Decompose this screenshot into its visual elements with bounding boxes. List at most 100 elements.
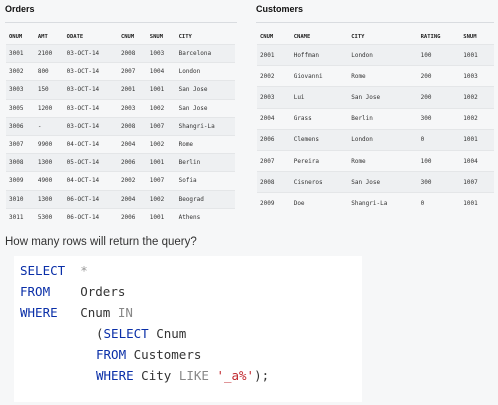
table-cell: 1004 [146, 62, 176, 81]
table-cell: 1001 [146, 207, 176, 226]
sql-code-block: SELECT * FROM Orders WHERE Cnum IN (SELE… [14, 256, 362, 402]
table-customers: Customers [133, 347, 202, 362]
table-cell: 3011 [6, 207, 35, 226]
table-cell: 2100 [34, 43, 64, 63]
table-cell: Clemens [290, 128, 349, 151]
table-cell: 1003 [146, 43, 176, 63]
table-cell: 0 [417, 128, 461, 151]
table-cell: 1002 [460, 107, 494, 130]
table-row: 3003 150 03-OCT-14 2001 1001 San Jose [6, 80, 235, 100]
table-cell: 800 [34, 62, 64, 81]
table-cell: 03-OCT-14 [63, 98, 118, 118]
column-header: AMT [34, 30, 64, 45]
orders-header-row: ONUM AMT ODATE CNUM SNUM CITY [6, 30, 235, 45]
column-cnum: Cnum [80, 305, 111, 320]
table-cell: 1001 [460, 43, 494, 66]
column-header: SNUM [146, 30, 176, 45]
table-cell: 3009 [6, 171, 35, 190]
table-cell: 2006 [257, 128, 291, 151]
table-cell: 3006 [6, 116, 35, 136]
table-cell: 2008 [117, 43, 147, 63]
table-cell: Doe [290, 192, 349, 214]
table-cell: Pereira [290, 149, 349, 172]
table-cell: 300 [417, 171, 461, 193]
table-cell: 5300 [34, 207, 64, 226]
table-cell: 300 [417, 107, 461, 130]
like-pattern: '_a%' [216, 368, 255, 383]
table-cell: 1002 [146, 134, 176, 154]
table-cell: 06-OCT-14 [63, 207, 118, 226]
table-cell: Rome [348, 65, 418, 87]
table-cell: Shangri-La [348, 192, 418, 214]
table-cell: 1002 [146, 189, 176, 209]
table-cell: 200 [417, 65, 461, 87]
table-cell: Beograd [175, 189, 235, 209]
table-cell: San Jose [348, 171, 418, 193]
table-cell: 1002 [146, 98, 176, 118]
table-cell: 1001 [460, 128, 494, 151]
table-cell: 2006 [117, 153, 147, 172]
table-cell: Barcelona [175, 43, 235, 63]
kw-sub-from: FROM [96, 347, 127, 362]
table-cell: San Jose [175, 80, 235, 100]
table-cell: 03-OCT-14 [63, 116, 118, 136]
table-cell: Giovanni [290, 65, 349, 87]
table-cell: 04-OCT-14 [63, 134, 118, 154]
table-cell: 2002 [257, 65, 291, 87]
table-cell: 2003 [257, 86, 291, 109]
open-paren: ( [96, 326, 104, 341]
table-cell: 03-OCT-14 [63, 62, 118, 81]
table-cell: 1002 [460, 86, 494, 109]
code-line-6: WHERE City LIKE '_a%'); [96, 365, 269, 386]
table-cell: 2001 [117, 80, 147, 100]
table-row: 3007 9900 04-OCT-14 2004 1002 Rome [6, 134, 235, 154]
column-header: SNUM [460, 30, 494, 45]
table-cell: Rome [348, 149, 418, 172]
column-header: CNUM [257, 30, 291, 45]
kw-sub-select: SELECT [103, 326, 149, 341]
table-cell: 2007 [117, 62, 147, 81]
table-cell: 2007 [257, 149, 291, 172]
table-cell: 3008 [6, 153, 35, 172]
table-cell: Athens [175, 207, 235, 226]
table-cell: 2004 [257, 107, 291, 130]
table-cell: 3003 [6, 80, 35, 100]
table-cell: 06-OCT-14 [63, 189, 118, 209]
table-cell: 2003 [117, 98, 147, 118]
table-cell: 1007 [146, 116, 176, 136]
table-row: 2003 Lui San Jose 200 1002 [257, 86, 494, 109]
table-cell: San Jose [348, 86, 418, 109]
table-cell: 3010 [6, 189, 35, 209]
table-cell: 3001 [6, 43, 35, 63]
table-cell: Lui [290, 86, 349, 109]
code-line-3: WHERE Cnum IN [20, 302, 133, 323]
table-row: 3009 4900 04-OCT-14 2002 1007 Sofia [6, 171, 235, 190]
table-cell: 2001 [257, 43, 291, 66]
table-cell: Berlin [175, 153, 235, 172]
table-cell: 100 [417, 43, 461, 66]
table-orders: Orders [80, 284, 126, 299]
table-cell: 3007 [6, 134, 35, 154]
kw-in: IN [117, 305, 133, 320]
table-cell: 1007 [146, 171, 176, 190]
customers-body: 2001 Hoffman London 100 1001 2002 Giovanni Rome… [257, 43, 494, 214]
column-header: ONUM [6, 30, 35, 45]
table-cell: 03-OCT-14 [63, 80, 118, 100]
table-cell: 1300 [34, 153, 64, 172]
table-cell: 1001 [146, 153, 176, 172]
kw-where: WHERE [20, 305, 58, 320]
table-cell: 2004 [117, 134, 147, 154]
kw-like: LIKE [178, 368, 209, 383]
table-cell: 1007 [460, 171, 494, 193]
orders-divider [5, 22, 237, 23]
customers-table: CNUM CNAME CITY RATING SNUM 2001 Hoffman Londo… [257, 30, 494, 214]
table-cell: 1300 [34, 189, 64, 209]
table-row: 2009 Doe Shangri-La 0 1001 [257, 192, 494, 214]
table-row: 3008 1300 05-OCT-14 2006 1001 Berlin [6, 153, 235, 172]
table-cell: 2008 [117, 116, 147, 136]
table-cell: 2009 [257, 192, 291, 214]
table-cell: 2006 [117, 207, 147, 226]
table-cell: 3002 [6, 62, 35, 81]
table-cell: 1200 [34, 98, 64, 118]
table-cell: 100 [417, 149, 461, 172]
